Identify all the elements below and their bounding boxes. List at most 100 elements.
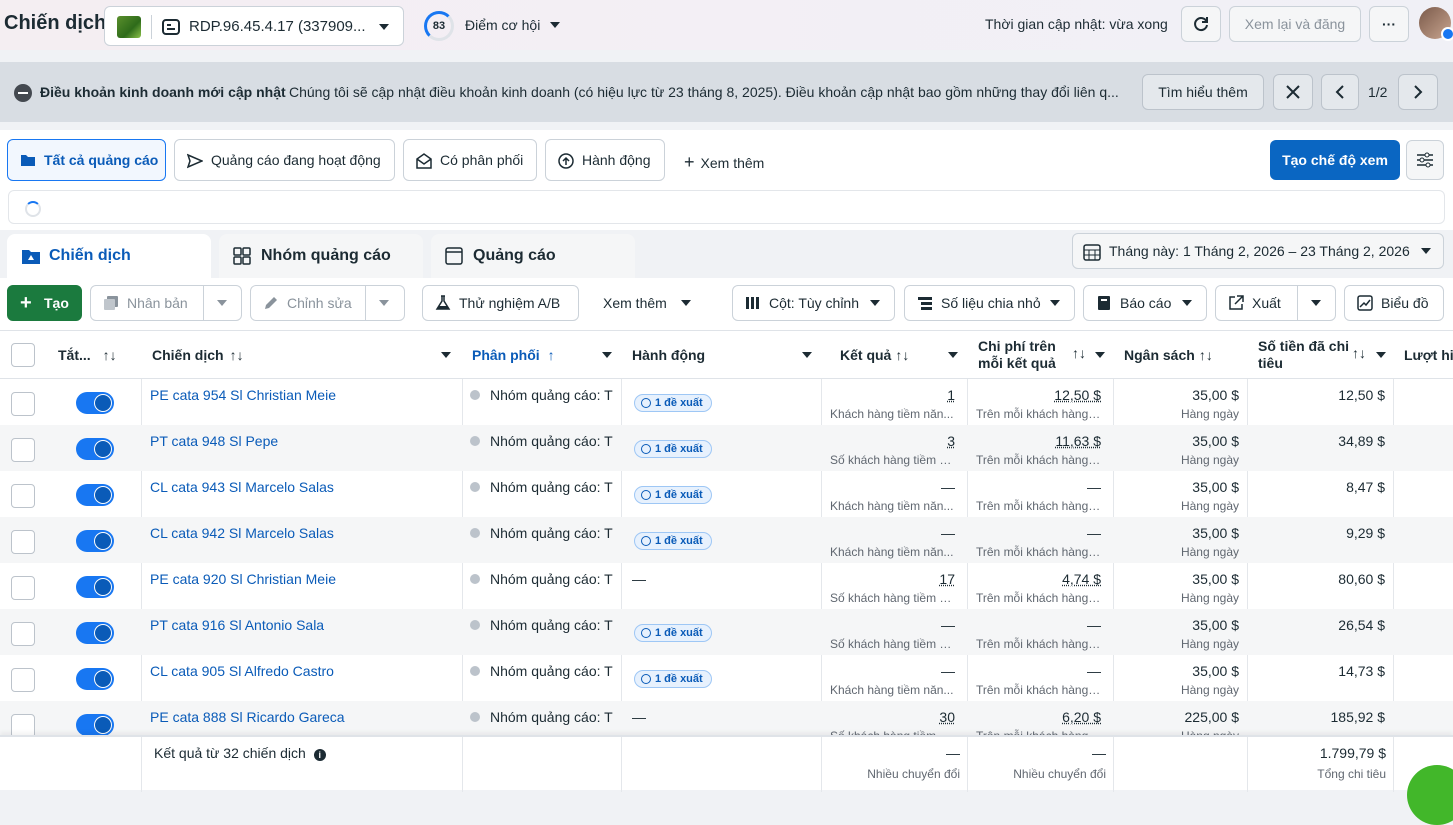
tab-ad-sets[interactable]: Nhóm quảng cáo: [219, 234, 423, 278]
results-value[interactable]: —: [830, 525, 955, 541]
column-header-results[interactable]: Kết quả ↑↓: [840, 331, 964, 379]
budget-value[interactable]: 35,00 $: [1122, 525, 1239, 541]
column-header-actions[interactable]: Hành động: [632, 331, 818, 379]
cost-per-result-value[interactable]: —: [976, 525, 1101, 541]
table-row[interactable]: PT cata 916 Sl Antonio Sala Nhóm quảng c…: [0, 609, 1453, 655]
toolbar-see-more[interactable]: Xem thêm: [590, 285, 700, 321]
table-row[interactable]: PE cata 888 Sl Ricardo Gareca Nhóm quảng…: [0, 701, 1453, 735]
filter-all-ads[interactable]: Tất cả quảng cáo: [7, 139, 166, 181]
columns-button[interactable]: Cột: Tùy chỉnh: [732, 285, 895, 321]
campaign-name-link[interactable]: PT cata 916 Sl Antonio Sala: [150, 617, 324, 633]
results-value[interactable]: 30: [830, 709, 955, 725]
results-value[interactable]: 17: [830, 571, 955, 587]
opportunity-score-label[interactable]: Điểm cơ hội: [465, 17, 540, 33]
table-row[interactable]: CL cata 905 Sl Alfredo Castro Nhóm quảng…: [0, 655, 1453, 701]
export-button[interactable]: Xuất: [1215, 285, 1336, 321]
row-checkbox[interactable]: [11, 668, 35, 692]
results-value[interactable]: —: [830, 479, 955, 495]
filter-active-ads[interactable]: Quảng cáo đang hoạt động: [174, 139, 395, 181]
results-value[interactable]: 1: [830, 387, 955, 403]
duplicate-button[interactable]: Nhân bản: [90, 285, 242, 321]
campaign-name-link[interactable]: PT cata 948 Sl Pepe: [150, 433, 278, 449]
campaign-toggle[interactable]: [76, 392, 114, 414]
select-all-checkbox[interactable]: [11, 343, 35, 367]
column-header-campaign[interactable]: Chiến dịch ↑↓: [152, 331, 457, 379]
filter-delivering[interactable]: Có phân phối: [403, 139, 537, 181]
results-value[interactable]: —: [830, 617, 955, 633]
budget-value[interactable]: 35,00 $: [1122, 617, 1239, 633]
campaign-toggle[interactable]: [76, 576, 114, 598]
column-header-amount-spent[interactable]: Số tiền đã chi tiêu ↑↓: [1258, 331, 1390, 379]
results-value[interactable]: 3: [830, 433, 955, 449]
help-bubble-button[interactable]: [1407, 765, 1453, 825]
campaign-name-link[interactable]: CL cata 905 Sl Alfredo Castro: [150, 663, 334, 679]
column-header-delivery[interactable]: Phân phối ↑: [472, 331, 618, 379]
budget-value[interactable]: 35,00 $: [1122, 479, 1239, 495]
filter-see-more[interactable]: + Xem thêm: [684, 152, 764, 173]
recommendation-badge[interactable]: 1 đề xuất: [634, 394, 712, 412]
tab-campaigns[interactable]: Chiến dịch: [7, 234, 211, 278]
cost-per-result-value[interactable]: 6,20 $: [976, 709, 1101, 725]
row-checkbox[interactable]: [11, 438, 35, 462]
table-row[interactable]: CL cata 942 Sl Marcelo Salas Nhóm quảng …: [0, 517, 1453, 563]
budget-value[interactable]: 35,00 $: [1122, 571, 1239, 587]
search-input[interactable]: [8, 190, 1445, 224]
create-view-button[interactable]: Tạo chế độ xem: [1270, 140, 1400, 180]
column-header-cost-per-result[interactable]: Chi phí trên mỗi kết quả ↑↓: [978, 331, 1111, 379]
campaign-name-link[interactable]: CL cata 943 Sl Marcelo Salas: [150, 479, 334, 495]
row-checkbox[interactable]: [11, 530, 35, 554]
budget-value[interactable]: 35,00 $: [1122, 663, 1239, 679]
create-button[interactable]: + Tạo: [7, 285, 82, 321]
cost-per-result-value[interactable]: 12,50 $: [976, 387, 1101, 403]
results-value[interactable]: —: [830, 663, 955, 679]
cost-per-result-value[interactable]: —: [976, 479, 1101, 495]
budget-value[interactable]: 35,00 $: [1122, 387, 1239, 403]
reports-button[interactable]: Báo cáo: [1083, 285, 1207, 321]
more-options-button[interactable]: ···: [1369, 6, 1409, 42]
previous-button[interactable]: [1321, 74, 1359, 110]
recommendation-badge[interactable]: 1 đề xuất: [634, 532, 712, 550]
row-checkbox[interactable]: [11, 392, 35, 416]
close-button[interactable]: [1273, 74, 1313, 110]
breakdown-button[interactable]: Số liệu chia nhỏ: [904, 285, 1075, 321]
recommendation-badge[interactable]: 1 đề xuất: [634, 670, 712, 688]
campaign-toggle[interactable]: [76, 714, 114, 735]
recommendation-badge[interactable]: 1 đề xuất: [634, 440, 712, 458]
tab-ads[interactable]: Quảng cáo: [431, 234, 635, 278]
date-range-picker[interactable]: Tháng này: 1 Tháng 2, 2026 – 23 Tháng 2,…: [1072, 233, 1444, 269]
avatar[interactable]: [1419, 7, 1453, 41]
recommendation-badge[interactable]: 1 đề xuất: [634, 624, 712, 642]
column-header-onoff[interactable]: Tắt... ↑↓: [58, 331, 138, 379]
cost-per-result-value[interactable]: 4,74 $: [976, 571, 1101, 587]
campaign-toggle[interactable]: [76, 438, 114, 460]
column-header-budget[interactable]: Ngân sách ↑↓: [1124, 331, 1244, 379]
campaign-name-link[interactable]: CL cata 942 Sl Marcelo Salas: [150, 525, 334, 541]
campaign-name-link[interactable]: PE cata 888 Sl Ricardo Gareca: [150, 709, 345, 725]
learn-more-button[interactable]: Tìm hiểu thêm: [1142, 74, 1264, 110]
campaign-name-link[interactable]: PE cata 920 Sl Christian Meie: [150, 571, 336, 587]
campaign-toggle[interactable]: [76, 484, 114, 506]
ab-test-button[interactable]: Thử nghiệm A/B: [422, 285, 579, 321]
table-row[interactable]: PT cata 948 Sl Pepe Nhóm quảng cáo: T 1 …: [0, 425, 1453, 471]
budget-value[interactable]: 35,00 $: [1122, 433, 1239, 449]
row-checkbox[interactable]: [11, 714, 35, 735]
campaign-toggle[interactable]: [76, 622, 114, 644]
campaign-name-link[interactable]: PE cata 954 Sl Christian Meie: [150, 387, 336, 403]
charts-button[interactable]: Biểu đồ: [1344, 285, 1444, 321]
chevron-down-icon[interactable]: [550, 22, 560, 28]
account-selector[interactable]: RDP.96.45.4.17 (337909...: [104, 6, 404, 46]
cost-per-result-value[interactable]: —: [976, 663, 1101, 679]
info-icon[interactable]: i: [313, 749, 326, 761]
row-checkbox[interactable]: [11, 576, 35, 600]
campaign-toggle[interactable]: [76, 530, 114, 552]
row-checkbox[interactable]: [11, 622, 35, 646]
next-button[interactable]: [1398, 74, 1438, 110]
review-publish-button[interactable]: Xem lại và đăng: [1229, 6, 1361, 42]
filter-actions[interactable]: Hành động: [545, 139, 665, 181]
recommendation-badge[interactable]: 1 đề xuất: [634, 486, 712, 504]
edit-button[interactable]: Chỉnh sửa: [250, 285, 405, 321]
cost-per-result-value[interactable]: —: [976, 617, 1101, 633]
refresh-button[interactable]: [1181, 6, 1221, 42]
opportunity-score-gauge[interactable]: 83: [424, 11, 454, 41]
campaign-toggle[interactable]: [76, 668, 114, 690]
